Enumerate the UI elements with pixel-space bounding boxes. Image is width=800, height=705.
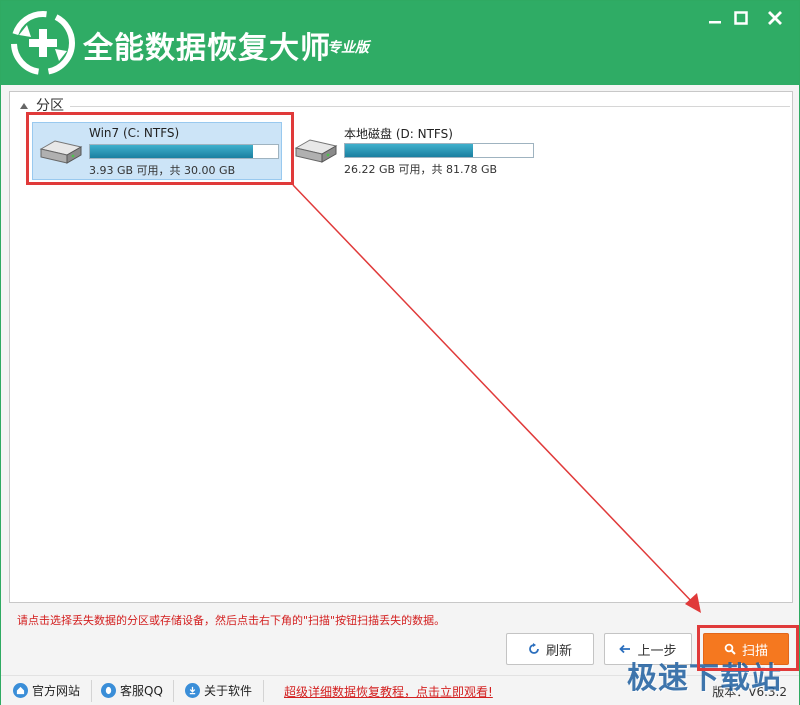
- drive-c-info: 3.93 GB 可用，共 30.00 GB: [89, 164, 236, 177]
- qq-icon: [101, 683, 116, 698]
- group-divider: [70, 105, 790, 107]
- footer-divider: [91, 680, 92, 702]
- app-window: 全能数据恢复大师 专业版 分区 Win7 (C: NTFS) 3.93 GB 可…: [0, 0, 800, 705]
- support-qq-link[interactable]: 客服QQ: [101, 682, 163, 699]
- drive-d-name: 本地磁盘 (D: NTFS): [344, 127, 453, 141]
- drive-d-usage-bar: [344, 143, 534, 158]
- partition-group-label: 分区: [36, 98, 64, 114]
- close-button[interactable]: [763, 7, 787, 29]
- drive-d-info: 26.22 GB 可用，共 81.78 GB: [344, 163, 498, 176]
- title-bar: 全能数据恢复大师 专业版: [1, 1, 799, 85]
- drive-c-usage-fill: [90, 145, 254, 158]
- drive-d-usage-fill: [345, 144, 473, 157]
- app-edition: 专业版: [327, 40, 369, 56]
- app-title: 全能数据恢复大师: [83, 31, 331, 66]
- maximize-button[interactable]: [729, 7, 753, 29]
- hint-text: 请点击选择丢失数据的分区或存储设备，然后点击右下角的"扫描"按钮扫描丢失的数据。: [17, 614, 446, 627]
- refresh-label: 刷新: [545, 643, 572, 659]
- partition-group-header[interactable]: 分区: [20, 96, 790, 114]
- partition-panel: 分区 Win7 (C: NTFS) 3.93 GB 可用，共 30.00 GB: [9, 91, 793, 603]
- drive-c-name: Win7 (C: NTFS): [89, 126, 180, 140]
- minimize-button[interactable]: [703, 7, 727, 29]
- maximize-icon: [734, 11, 748, 25]
- official-site-link[interactable]: 官方网站: [13, 682, 80, 699]
- drive-c[interactable]: Win7 (C: NTFS) 3.93 GB 可用，共 30.00 GB: [32, 122, 282, 180]
- official-site-label: 官方网站: [32, 684, 81, 698]
- about-label: 关于软件: [204, 684, 253, 698]
- refresh-button[interactable]: 刷新: [506, 633, 594, 665]
- info-icon: [185, 683, 200, 698]
- footer-divider: [263, 680, 264, 702]
- home-icon: [13, 683, 28, 698]
- about-link[interactable]: 关于软件: [185, 682, 252, 699]
- minimize-icon: [709, 21, 721, 24]
- close-icon: [768, 11, 782, 25]
- tutorial-promo-link[interactable]: 超级详细数据恢复教程，点击立即观看!: [284, 683, 493, 700]
- app-logo-icon: [11, 11, 75, 75]
- drive-d[interactable]: 本地磁盘 (D: NTFS) 26.22 GB 可用，共 81.78 GB: [288, 122, 538, 180]
- support-qq-label: 客服QQ: [120, 684, 163, 698]
- hard-drive-icon: [294, 139, 338, 163]
- collapse-triangle-icon[interactable]: [20, 102, 28, 109]
- refresh-icon: [528, 643, 540, 655]
- watermark-text: 极速下载站: [627, 661, 782, 696]
- hard-drive-icon: [39, 140, 83, 164]
- drive-c-usage-bar: [89, 144, 279, 159]
- footer-divider: [173, 680, 174, 702]
